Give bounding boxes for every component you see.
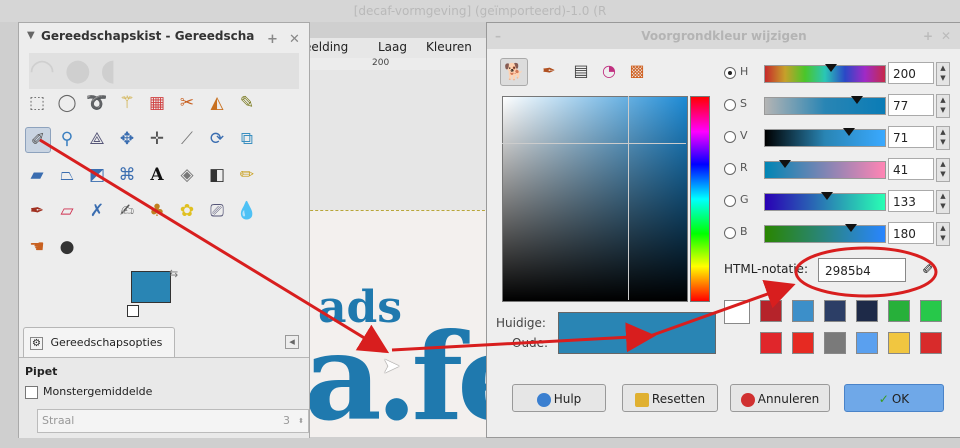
annotation-overlay <box>39 138 938 354</box>
annotation-arrow <box>649 279 796 338</box>
annotation-ellipse <box>794 246 938 298</box>
annotation-arrow <box>391 322 656 353</box>
annotation-arrow <box>39 138 390 354</box>
